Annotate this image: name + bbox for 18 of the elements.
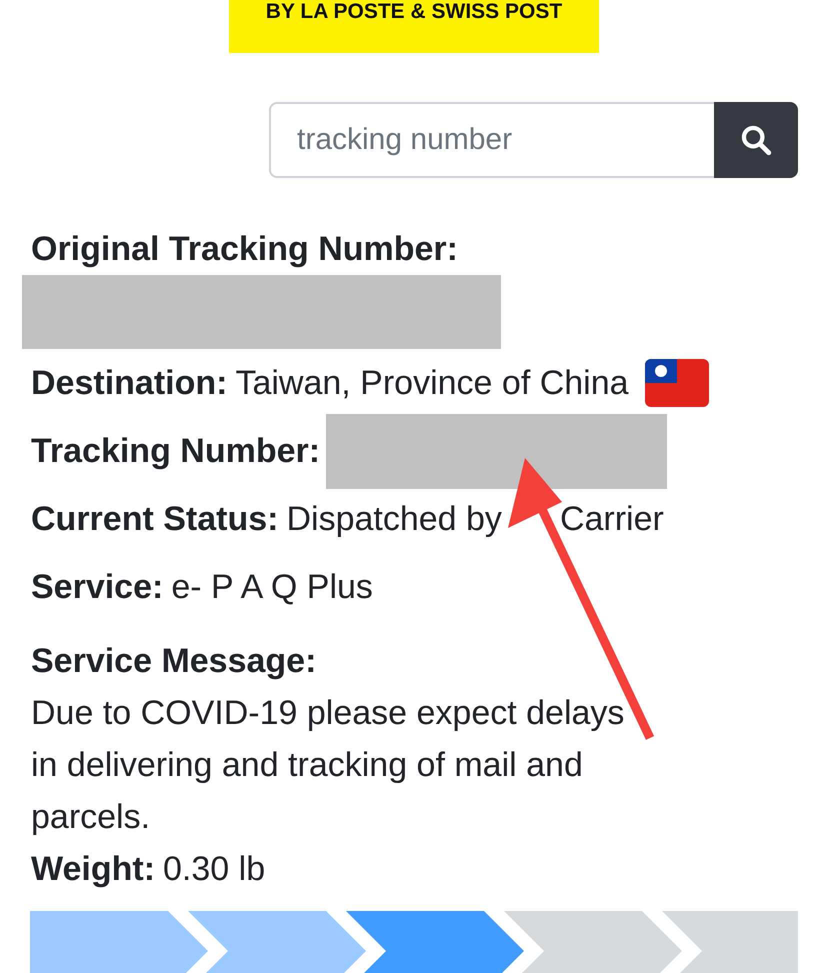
field-value: 0.30 lb bbox=[163, 850, 266, 888]
service-message: Due to COVID-19 please expect delays in delivering and tracking of mail and parcels. bbox=[31, 693, 626, 838]
field-value: Carrier bbox=[560, 500, 664, 538]
logo-text: BY LA POSTE & SWISS POST bbox=[266, 0, 562, 24]
field-label: Destination: bbox=[31, 364, 228, 402]
field-label: Original Tracking Number: bbox=[31, 230, 458, 269]
field-label: Service: bbox=[31, 568, 164, 606]
search-button[interactable] bbox=[714, 102, 798, 178]
field-label: Weight: bbox=[31, 850, 156, 888]
search-icon bbox=[739, 123, 773, 157]
field-label: Tracking Number: bbox=[31, 432, 320, 470]
field-value: Dispatched by bbox=[286, 500, 502, 538]
field-label: Current Status: bbox=[31, 500, 278, 538]
field-value: e- P A Q Plus bbox=[171, 568, 373, 606]
flag-icon bbox=[644, 359, 709, 407]
field-value: Taiwan, Province of China bbox=[235, 364, 629, 402]
search-field[interactable]: tracking number bbox=[269, 102, 714, 178]
field-label: Service Message: bbox=[31, 641, 318, 682]
